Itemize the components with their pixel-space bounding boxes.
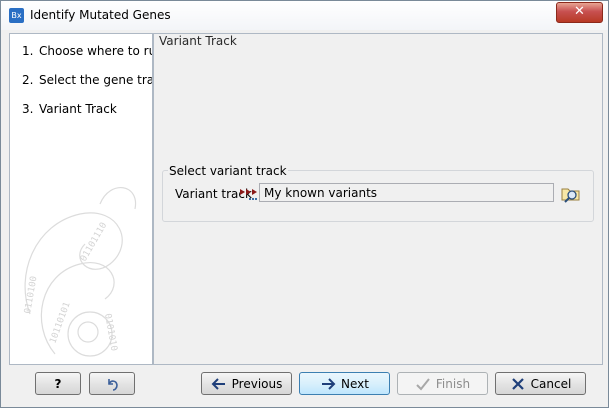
cancel-x-icon <box>511 377 524 390</box>
browse-folder-icon[interactable] <box>560 183 582 203</box>
title-bar[interactable]: Bx Identify Mutated Genes ✕ <box>1 1 608 30</box>
arrow-right-icon <box>322 377 336 390</box>
group-title: Select variant track <box>168 164 288 178</box>
help-icon: ? <box>54 376 62 391</box>
select-variant-track-group: Select variant track Variant track <box>162 164 594 222</box>
wizard-steps-panel: 1. Choose where to run 2. Select the gene … <box>9 33 153 365</box>
content-panel: Variant Track Select variant track Varia… <box>153 33 603 365</box>
cancel-label: Cancel <box>530 376 572 391</box>
step-number: 3. <box>22 102 34 116</box>
step-label: Variant Track <box>39 102 117 116</box>
step-item-2: 2. Select the gene track <box>22 73 152 87</box>
step-label: Choose where to run <box>39 44 153 58</box>
step-item-3: 3. Variant Track <box>22 102 117 116</box>
undo-arrow-icon <box>108 378 118 391</box>
step-label: Select the gene track <box>39 73 152 87</box>
step-number: 2. <box>22 73 34 87</box>
help-button[interactable]: ? <box>35 372 81 395</box>
checkmark-icon <box>416 377 430 390</box>
app-icon: Bx <box>9 8 24 23</box>
decorative-binary-spiral: 01101110 0110100 10110101 0101010 <box>23 187 137 357</box>
reset-button[interactable] <box>89 372 135 395</box>
close-button[interactable]: ✕ <box>556 2 603 23</box>
step-number: 1. <box>22 44 34 58</box>
svg-text:01101110: 01101110 <box>79 221 109 264</box>
step-item-1: 1. Choose where to run <box>22 44 153 58</box>
next-button[interactable]: Next <box>299 372 390 395</box>
next-label: Next <box>341 376 369 391</box>
panel-title: Variant Track <box>159 34 237 48</box>
dialog-window: Bx Identify Mutated Genes ✕ 1. Choose whe… <box>0 0 609 408</box>
previous-button[interactable]: Previous <box>201 372 292 395</box>
variant-track-icon <box>240 189 257 200</box>
close-icon: ✕ <box>574 4 585 19</box>
variant-track-field[interactable] <box>259 183 554 202</box>
arrow-left-icon <box>211 377 225 390</box>
previous-label: Previous <box>231 376 283 391</box>
svg-text:0101010: 0101010 <box>102 313 118 352</box>
finish-label: Finish <box>435 376 471 391</box>
finish-button[interactable]: Finish <box>397 372 488 395</box>
cancel-button[interactable]: Cancel <box>495 372 586 395</box>
window-title: Identify Mutated Genes <box>30 8 171 22</box>
